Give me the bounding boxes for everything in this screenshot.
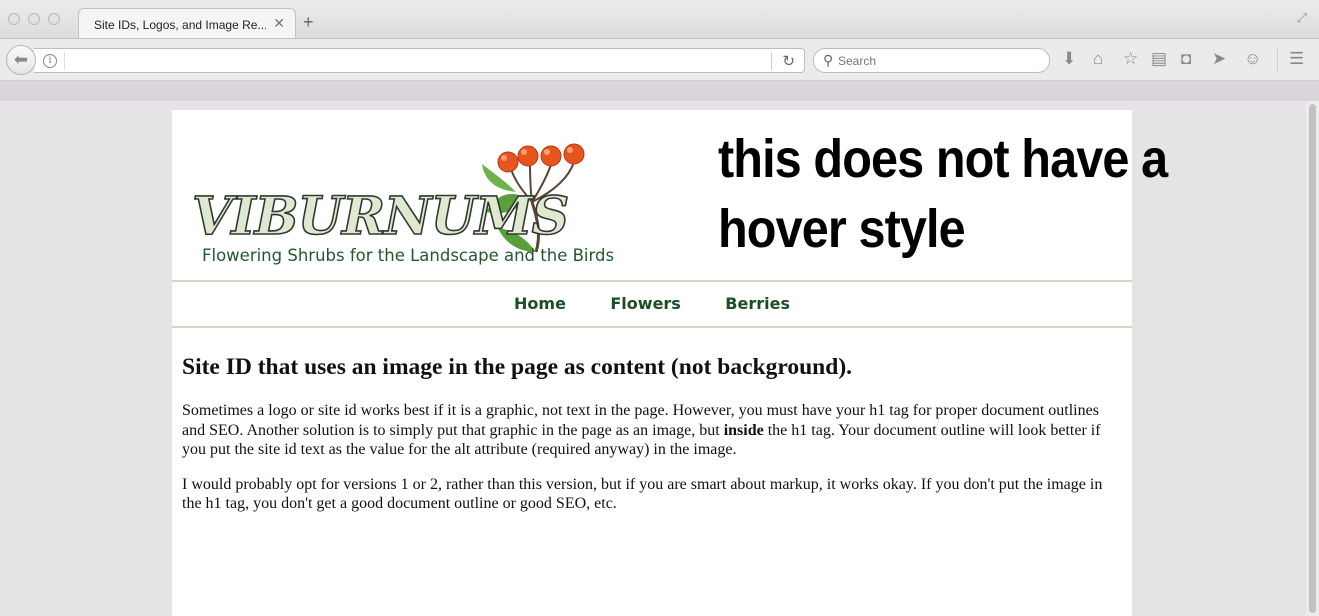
search-icon: ⚲ (823, 52, 834, 68)
nav-berries[interactable]: Berries (725, 282, 790, 326)
menu-icon[interactable]: ☰ (1289, 49, 1304, 69)
reading-list-icon[interactable]: ▤ (1151, 49, 1167, 69)
emoji-icon[interactable]: ☺ (1244, 49, 1261, 69)
info-icon[interactable]: i (43, 54, 57, 68)
share-icon[interactable]: ➤ (1212, 49, 1226, 69)
main-nav: Home Flowers Berries (172, 280, 1132, 328)
resize-icon[interactable]: ⤢ (1297, 10, 1307, 26)
close-window-button[interactable] (8, 13, 20, 25)
search-bar[interactable]: ⚲ (813, 48, 1050, 73)
url-bar[interactable]: i ↻ (34, 48, 805, 73)
scrollbar-thumb[interactable] (1309, 104, 1316, 613)
back-button[interactable]: ⬅ (6, 45, 36, 75)
logo-wordmark: VIBURNUMS (192, 186, 568, 247)
content-paragraph-2: I would probably opt for versions 1 or 2… (182, 475, 1103, 513)
browser-tab[interactable]: Site IDs, Logos, and Image Re... ✕ (78, 8, 296, 39)
content-paragraph-1: Sometimes a logo or site id works best i… (182, 401, 1117, 460)
search-input[interactable] (838, 50, 1038, 71)
url-divider (64, 52, 65, 70)
p1-bold-word: inside (723, 421, 764, 439)
bookmark-star-icon[interactable]: ☆ (1123, 49, 1138, 69)
minimize-window-button[interactable] (28, 13, 40, 25)
web-page: VIBURNUMS Flowering Shrubs for the Lands… (172, 110, 1168, 616)
zoom-window-button[interactable] (48, 13, 60, 25)
hover-annotation: this does not have a hover style (718, 129, 1168, 259)
content-heading: Site ID that uses an image in the page a… (182, 354, 853, 380)
new-tab-button[interactable]: + (303, 13, 314, 31)
main-content: Site ID that uses an image in the page a… (182, 354, 1117, 529)
reload-divider (771, 52, 772, 70)
browser-toolbar: i ↻ ⬅ ⚲ ⬇ ⌂ ☆ ▤ ◘ ➤ ☺ ☰ (0, 38, 1319, 81)
toolbar-divider (1277, 47, 1278, 73)
site-tagline: Flowering Shrubs for the Landscape and t… (202, 246, 615, 265)
home-icon[interactable]: ⌂ (1093, 49, 1103, 69)
tab-title: Site IDs, Logos, and Image Re... (94, 18, 266, 32)
close-tab-icon[interactable]: ✕ (273, 15, 285, 32)
vertical-scrollbar[interactable] (1306, 101, 1319, 616)
reload-icon[interactable]: ↻ (782, 52, 795, 70)
pocket-icon[interactable]: ◘ (1181, 49, 1191, 69)
browser-title-bar: Site IDs, Logos, and Image Re... ✕ + ⤢ (0, 0, 1319, 39)
nav-home[interactable]: Home (514, 282, 566, 326)
nav-flowers[interactable]: Flowers (610, 282, 680, 326)
download-icon[interactable]: ⬇ (1062, 49, 1076, 69)
toolbar-bottom-strip (0, 81, 1319, 101)
back-arrow-icon: ⬅ (13, 50, 29, 69)
